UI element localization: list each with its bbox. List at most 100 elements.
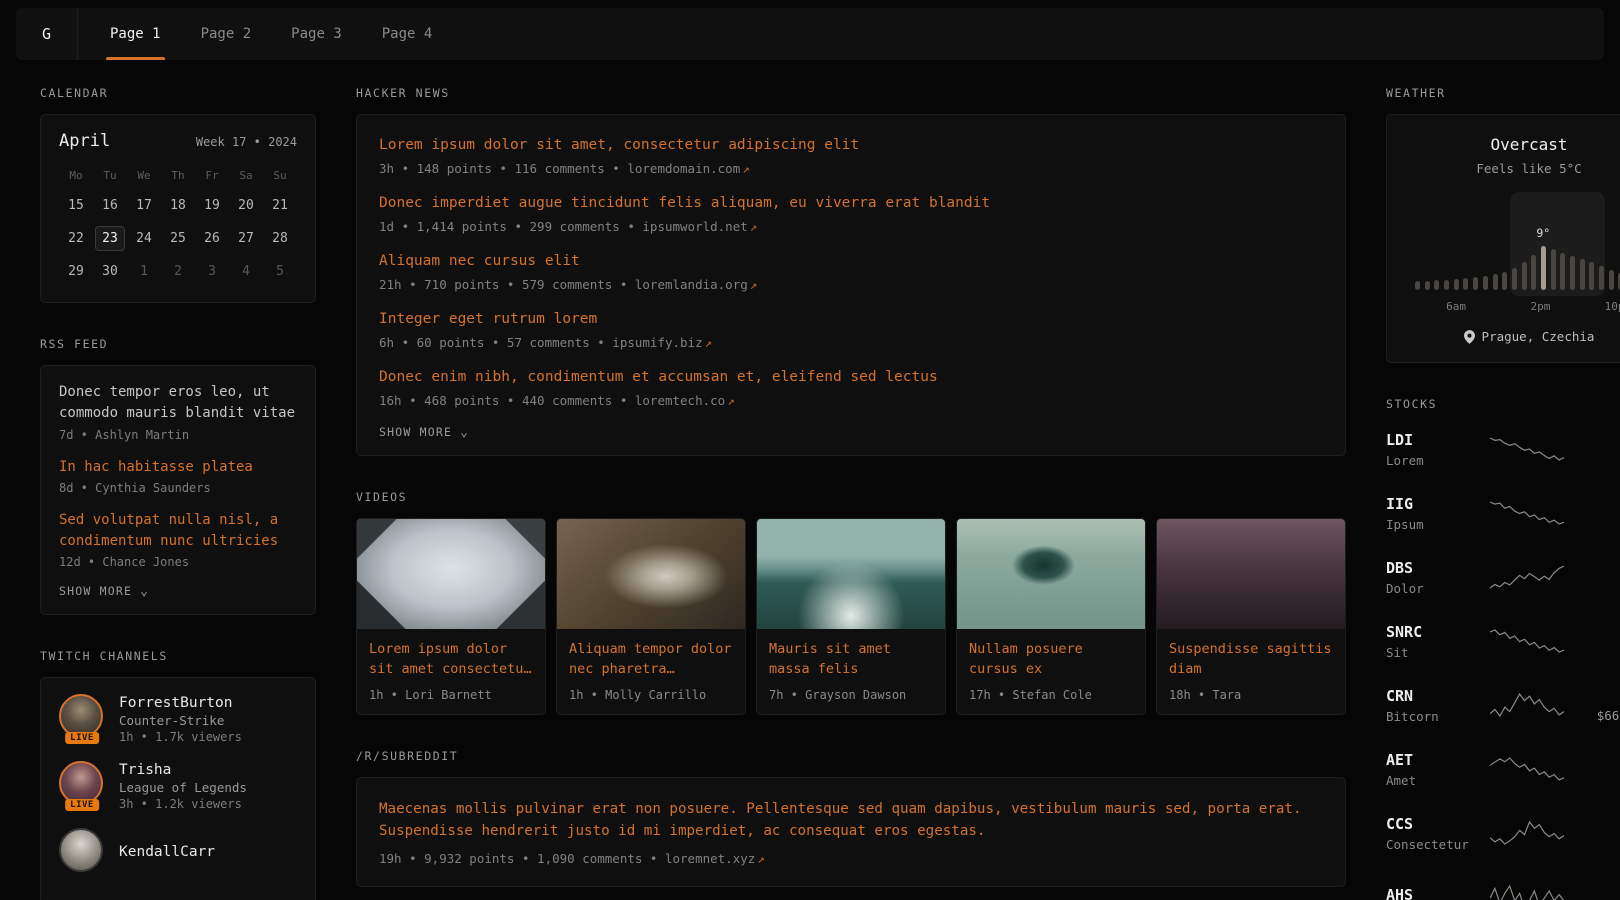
stock-price: $795.18 bbox=[1576, 452, 1620, 467]
hn-item: Integer eget rutrum lorem 6h • 60 points… bbox=[379, 309, 1323, 350]
stock-change: +1.36% bbox=[1576, 624, 1620, 640]
weather-bar bbox=[1551, 249, 1556, 290]
rss-item-meta: 8d • Cynthia Saunders bbox=[59, 481, 297, 495]
twitch-avatar-wrap: LIVE bbox=[59, 694, 105, 744]
rss-card: Donec tempor eros leo, ut commodo mauris… bbox=[40, 365, 316, 615]
video-meta: 7h • Grayson Dawson bbox=[769, 688, 933, 702]
hn-item-title[interactable]: Donec imperdiet augue tincidunt felis al… bbox=[379, 193, 1323, 214]
rss-item-title[interactable]: Sed volutpat nulla nisl, a condimentum n… bbox=[59, 510, 297, 553]
weather-bar bbox=[1502, 272, 1507, 290]
video-card[interactable]: Lorem ipsum dolor sit amet consectetu… 1… bbox=[356, 518, 546, 715]
stock-ticker: AHS bbox=[1386, 886, 1478, 900]
calendar-day: 25 bbox=[163, 226, 193, 251]
twitch-avatar-wrap: LIVE bbox=[59, 761, 105, 811]
twitch-channel-row[interactable]: LIVE Trisha League of Legends 3h • 1.2k … bbox=[59, 761, 297, 811]
stock-ticker: SNRC bbox=[1386, 623, 1478, 641]
video-card[interactable]: Aliquam tempor dolor nec pharetra… 1h • … bbox=[556, 518, 746, 715]
subreddit-meta-text: 19h • 9,932 points • 1,090 comments • lo… bbox=[379, 851, 755, 866]
calendar-dow: Mo bbox=[69, 169, 82, 185]
hn-item-title[interactable]: Donec enim nibh, condimentum et accumsan… bbox=[379, 367, 1323, 388]
stock-row[interactable]: AETAmet +0.92%$499.72 bbox=[1386, 745, 1620, 793]
stock-change: +1.42% bbox=[1576, 560, 1620, 576]
show-more-label: SHOW MORE bbox=[59, 584, 132, 598]
rss-item: In hac habitasse platea 8d • Cynthia Sau… bbox=[59, 457, 297, 495]
video-card[interactable]: Nullam posuere cursus ex 17h • Stefan Co… bbox=[956, 518, 1146, 715]
calendar-day: 28 bbox=[265, 226, 295, 251]
main-content: CALENDAR April Week 17 • 2024 Mo Tu We T… bbox=[0, 60, 1620, 900]
twitch-channel-name: Trisha bbox=[119, 762, 247, 778]
twitch-channel-game: League of Legends bbox=[119, 780, 247, 795]
app-logo[interactable]: G bbox=[16, 8, 78, 60]
videos-row[interactable]: Lorem ipsum dolor sit amet consectetu… 1… bbox=[356, 518, 1346, 715]
hacker-news-card: Lorem ipsum dolor sit amet, consectetur … bbox=[356, 114, 1346, 456]
stock-sparkline bbox=[1478, 691, 1576, 719]
videos-widget: VIDEOS Lorem ipsum dolor sit amet consec… bbox=[356, 490, 1346, 715]
show-more-label: SHOW MORE bbox=[379, 425, 452, 439]
calendar-day: 21 bbox=[265, 193, 295, 218]
stock-ticker: LDI bbox=[1386, 431, 1478, 449]
video-title[interactable]: Nullam posuere cursus ex bbox=[969, 639, 1133, 680]
video-thumbnail[interactable] bbox=[757, 519, 945, 629]
stock-row[interactable]: AHS +0.46% bbox=[1386, 873, 1620, 900]
subreddit-post-title[interactable]: Maecenas mollis pulvinar erat non posuer… bbox=[379, 798, 1323, 843]
chevron-down-icon: ⌄ bbox=[140, 585, 149, 598]
weather-bar bbox=[1434, 280, 1439, 290]
rss-item-title[interactable]: Donec tempor eros leo, ut commodo mauris… bbox=[59, 382, 297, 425]
hn-item-title[interactable]: Integer eget rutrum lorem bbox=[379, 309, 1323, 330]
video-thumbnail[interactable] bbox=[357, 519, 545, 629]
twitch-channel-meta: 3h • 1.2k viewers bbox=[119, 797, 247, 811]
video-thumbnail[interactable] bbox=[557, 519, 745, 629]
videos-widget-title: VIDEOS bbox=[356, 490, 1346, 504]
twitch-channel-row[interactable]: LIVE KendallCarr bbox=[59, 828, 297, 878]
stock-ticker: AET bbox=[1386, 751, 1478, 769]
video-thumbnail[interactable] bbox=[1157, 519, 1345, 629]
tab-page-1[interactable]: Page 1 bbox=[90, 8, 181, 60]
video-title[interactable]: Mauris sit amet massa felis bbox=[769, 639, 933, 680]
video-title[interactable]: Aliquam tempor dolor nec pharetra… bbox=[569, 639, 733, 680]
rss-widget-title: RSS FEED bbox=[40, 337, 316, 351]
stock-row[interactable]: CRNBitcorn -1.00%$66,171.48 bbox=[1386, 681, 1620, 729]
rss-item: Donec tempor eros leo, ut commodo mauris… bbox=[59, 382, 297, 442]
rss-show-more-button[interactable]: SHOW MORE ⌄ bbox=[59, 584, 297, 598]
weather-condition: Overcast bbox=[1403, 135, 1620, 154]
stock-row[interactable]: LDILorem +4.35%$795.18 bbox=[1386, 425, 1620, 473]
weather-bar bbox=[1570, 256, 1575, 290]
stock-row[interactable]: CCSConsectetur +0.51%$165.84 bbox=[1386, 809, 1620, 857]
calendar-week-label: Week 17 • 2024 bbox=[196, 135, 297, 149]
stock-company: Lorem bbox=[1386, 453, 1478, 468]
hacker-news-widget-title: HACKER NEWS bbox=[356, 86, 1346, 100]
subreddit-widget: /R/SUBREDDIT Maecenas mollis pulvinar er… bbox=[356, 749, 1346, 887]
video-card[interactable]: Suspendisse sagittis diam 18h • Tara bbox=[1156, 518, 1346, 715]
hn-show-more-button[interactable]: SHOW MORE ⌄ bbox=[379, 425, 1323, 439]
external-link-icon: ↗ bbox=[705, 335, 713, 350]
video-card[interactable]: Mauris sit amet massa felis 7h • Grayson… bbox=[756, 518, 946, 715]
page-tabs: Page 1 Page 2 Page 3 Page 4 bbox=[78, 8, 452, 60]
weather-location: Prague, Czechia bbox=[1403, 329, 1620, 344]
tab-page-4[interactable]: Page 4 bbox=[362, 8, 453, 60]
stock-ticker: CCS bbox=[1386, 815, 1478, 833]
hn-item-title[interactable]: Aliquam nec cursus elit bbox=[379, 251, 1323, 272]
weather-card: Overcast Feels like 5°C 9° 6am 2pm 10pm … bbox=[1386, 114, 1620, 363]
weather-bar bbox=[1580, 259, 1585, 290]
calendar-day: 3 bbox=[197, 259, 227, 284]
tab-page-2[interactable]: Page 2 bbox=[181, 8, 272, 60]
stock-row[interactable]: IIGIpsum +2.84%$42.04 bbox=[1386, 489, 1620, 537]
stock-sparkline bbox=[1478, 435, 1576, 463]
stock-row[interactable]: DBSDolor +1.42%$156.28 bbox=[1386, 553, 1620, 601]
video-meta: 1h • Molly Carrillo bbox=[569, 688, 733, 702]
tab-page-3[interactable]: Page 3 bbox=[271, 8, 362, 60]
rss-item-title[interactable]: In hac habitasse platea bbox=[59, 457, 297, 478]
weather-bar bbox=[1531, 255, 1536, 290]
calendar-day: 4 bbox=[231, 259, 261, 284]
video-title[interactable]: Lorem ipsum dolor sit amet consectetu… bbox=[369, 639, 533, 680]
video-thumbnail[interactable] bbox=[957, 519, 1145, 629]
twitch-channel-row[interactable]: LIVE ForrestBurton Counter-Strike 1h • 1… bbox=[59, 694, 297, 744]
calendar-day: 29 bbox=[61, 259, 91, 284]
stock-sparkline bbox=[1478, 883, 1576, 900]
video-meta: 18h • Tara bbox=[1169, 688, 1333, 702]
hn-item-title[interactable]: Lorem ipsum dolor sit amet, consectetur … bbox=[379, 135, 1323, 156]
calendar-dow: Tu bbox=[103, 169, 116, 185]
video-title[interactable]: Suspendisse sagittis diam bbox=[1169, 639, 1333, 680]
stock-row[interactable]: SNRCSit +1.36%$148.64 bbox=[1386, 617, 1620, 665]
weather-bar bbox=[1493, 274, 1498, 290]
